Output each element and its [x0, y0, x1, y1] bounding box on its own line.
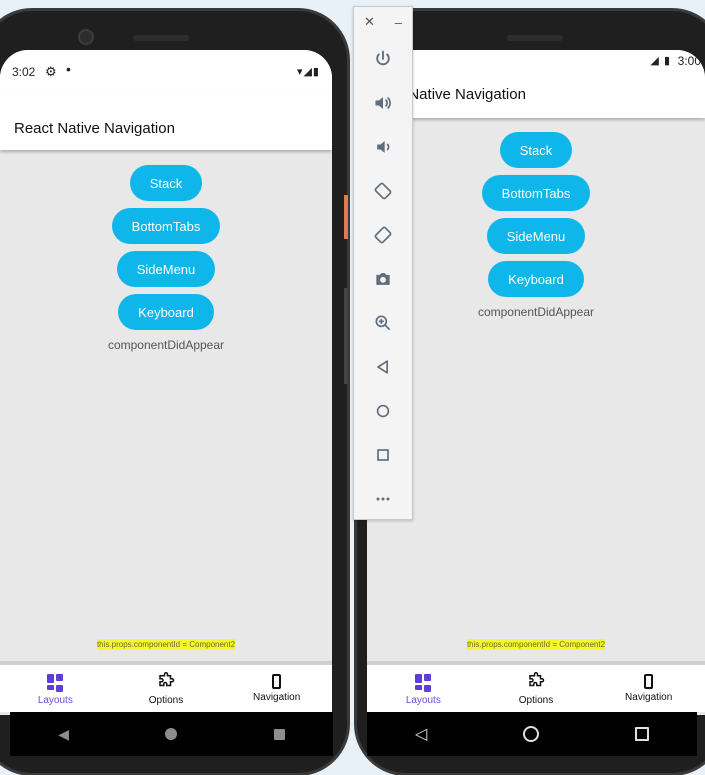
tab-label: Options: [148, 695, 184, 706]
tab-label: Layouts: [37, 695, 73, 706]
zoom-icon[interactable]: [354, 301, 412, 345]
puzzle-icon: [157, 672, 175, 692]
layouts-content: Stack BottomTabs SideMenu Keyboard compo…: [0, 165, 332, 352]
tab-layouts[interactable]: Layouts: [367, 665, 480, 712]
left-device-screen: 3:02 ⚙ • ▾◢▮ React Native Navigation Sta…: [0, 50, 332, 715]
minimize-icon[interactable]: –: [395, 15, 402, 30]
status-bar: ◢ ▮ 3:00: [367, 50, 705, 92]
status-icons: ▾◢▮: [296, 66, 320, 78]
stack-button[interactable]: Stack: [499, 132, 573, 168]
grid-icon: [415, 674, 432, 692]
bottom-tab-bar: Layouts Options Navigation: [367, 665, 705, 712]
close-icon[interactable]: ✕: [364, 14, 375, 30]
tab-navigation[interactable]: Navigation: [221, 665, 332, 712]
gear-icon: ⚙: [45, 64, 57, 79]
back-icon[interactable]: [354, 345, 412, 389]
tab-label: Options: [518, 695, 554, 706]
overview-icon[interactable]: [354, 433, 412, 477]
status-icons: ◢ ▮: [650, 55, 671, 67]
front-camera: [78, 29, 94, 45]
puzzle-icon: [527, 672, 545, 692]
keyboard-button[interactable]: Keyboard: [118, 294, 214, 330]
back-icon[interactable]: ◁: [415, 724, 427, 744]
right-device-screen: React Native Navigation ◢ ▮ 3:00 Stack B…: [367, 50, 705, 715]
more-icon[interactable]: [354, 477, 412, 521]
component-id-text: this.props.componentId = Component2: [466, 639, 606, 650]
emulator-workspace: 3:02 ⚙ • ▾◢▮ React Native Navigation Sta…: [0, 0, 705, 775]
back-icon[interactable]: ◀: [58, 726, 69, 743]
status-time: 3:02: [12, 65, 36, 79]
system-nav-bar: ◀: [10, 712, 333, 756]
tab-navigation[interactable]: Navigation: [592, 665, 705, 712]
camera-icon[interactable]: [354, 257, 412, 301]
keyboard-button[interactable]: Keyboard: [488, 261, 584, 297]
status-bar: 3:02 ⚙ • ▾◢▮: [0, 50, 332, 92]
tab-layouts[interactable]: Layouts: [0, 665, 111, 712]
system-nav-bar: ◁: [367, 712, 697, 756]
phone-icon: [644, 674, 654, 689]
speaker-grille: [507, 35, 563, 41]
tab-label: Layouts: [405, 695, 441, 706]
app-title: React Native Navigation: [14, 120, 175, 137]
bottom-tabs-button[interactable]: BottomTabs: [481, 175, 591, 211]
component-id-label: this.props.componentId = Component2: [367, 639, 705, 650]
rotate-left-icon[interactable]: [354, 169, 412, 213]
lifecycle-status-text: componentDidAppear: [107, 338, 225, 352]
phone-side-button: [344, 288, 348, 384]
side-menu-button[interactable]: SideMenu: [116, 251, 216, 287]
bottom-tab-bar: Layouts Options Navigation: [0, 665, 332, 712]
app-bar: React Native Navigation: [0, 92, 332, 150]
tab-label: Navigation: [625, 692, 673, 703]
layouts-content: Stack BottomTabs SideMenu Keyboard compo…: [367, 132, 705, 319]
rotate-right-icon[interactable]: [354, 213, 412, 257]
home-icon[interactable]: [523, 726, 540, 742]
side-menu-button[interactable]: SideMenu: [486, 218, 586, 254]
notification-dot-icon: •: [66, 61, 71, 77]
component-id-label: this.props.componentId = Component2: [0, 639, 332, 650]
grid-icon: [47, 674, 64, 692]
overview-icon[interactable]: [635, 727, 650, 741]
bottom-tabs-button[interactable]: BottomTabs: [111, 208, 221, 244]
status-time: 3:00: [677, 54, 701, 68]
stack-button[interactable]: Stack: [129, 165, 203, 201]
home-icon[interactable]: [165, 728, 178, 740]
tab-label: Navigation: [253, 692, 301, 703]
phone-side-button: [344, 195, 348, 239]
overview-icon[interactable]: [273, 728, 285, 740]
volume-down-icon[interactable]: [354, 125, 412, 169]
home-icon[interactable]: [354, 389, 412, 433]
component-id-text: this.props.componentId = Component2: [96, 639, 236, 650]
tab-options[interactable]: Options: [480, 665, 593, 712]
lifecycle-status-text: componentDidAppear: [477, 305, 595, 319]
speaker-grille: [133, 35, 189, 41]
tab-options[interactable]: Options: [111, 665, 222, 712]
phone-icon: [272, 674, 282, 689]
